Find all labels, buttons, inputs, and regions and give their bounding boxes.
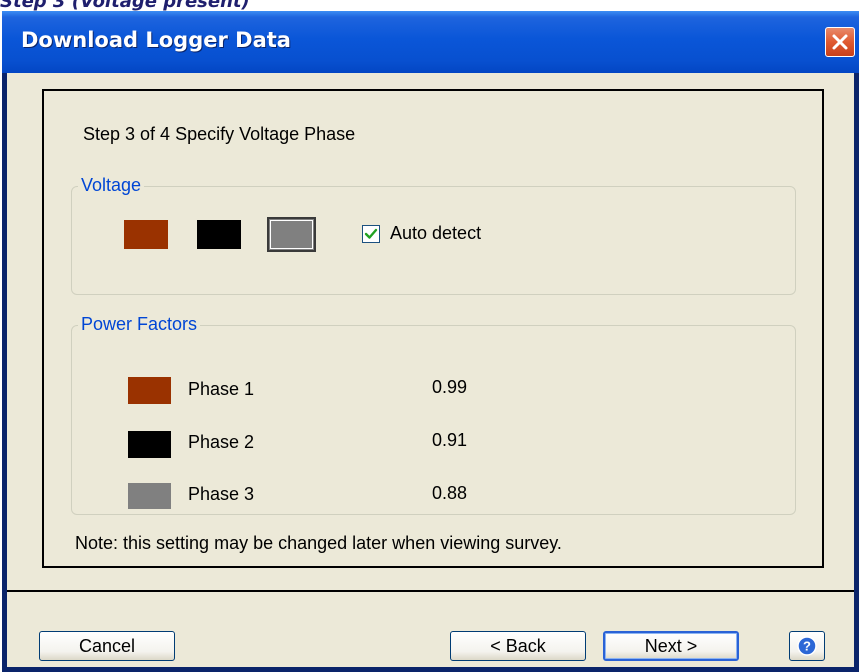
phase-3-label: Phase 3 <box>188 484 255 504</box>
button-separator <box>7 590 854 592</box>
phase-2-swatch <box>128 431 171 458</box>
back-button[interactable]: < Back <box>450 631 586 661</box>
voltage-swatch-phase-2[interactable] <box>197 220 241 249</box>
power-factors-legend: Power Factors <box>78 314 201 335</box>
close-icon <box>832 34 848 50</box>
auto-detect-label[interactable]: Auto detect <box>390 223 481 244</box>
step-panel: Step 3 of 4 Specify Voltage Phase Voltag… <box>42 89 824 568</box>
phase-1-label: Phase 1 <box>188 379 255 399</box>
help-icon: ? <box>797 636 817 656</box>
power-factors-group: Power Factors Phase 1 0.99 Phase 2 0.91 … <box>71 314 796 515</box>
page-caption: Step 3 (Voltage present) <box>0 0 250 12</box>
phase-3-value: 0.88 <box>432 483 468 503</box>
note-text: Note: this setting may be changed later … <box>75 533 562 553</box>
dialog-window: Download Logger Data Step 3 of 4 Specify… <box>2 11 859 672</box>
svg-text:?: ? <box>803 639 811 654</box>
title-bar[interactable]: Download Logger Data <box>2 11 859 73</box>
voltage-swatch-phase-1[interactable] <box>124 220 168 249</box>
window-title: Download Logger Data <box>21 28 291 52</box>
close-button[interactable] <box>825 27 855 57</box>
phase-3-swatch <box>128 483 171 509</box>
checkmark-icon <box>364 228 378 239</box>
phase-2-value: 0.91 <box>432 430 468 450</box>
dialog-client-area: Step 3 of 4 Specify Voltage Phase Voltag… <box>7 73 854 667</box>
phase-1-value: 0.99 <box>432 377 468 397</box>
voltage-swatch-phase-3[interactable] <box>267 217 316 252</box>
voltage-legend: Voltage <box>78 175 145 196</box>
cancel-button[interactable]: Cancel <box>39 631 175 661</box>
auto-detect-checkbox[interactable] <box>362 225 380 243</box>
next-button[interactable]: Next > <box>603 631 739 661</box>
step-indicator: Step 3 of 4 Specify Voltage Phase <box>83 124 356 144</box>
phase-1-swatch <box>128 377 171 404</box>
help-button[interactable]: ? <box>789 631 825 661</box>
phase-2-label: Phase 2 <box>188 432 255 452</box>
voltage-group: Voltage Auto detect <box>71 175 796 295</box>
